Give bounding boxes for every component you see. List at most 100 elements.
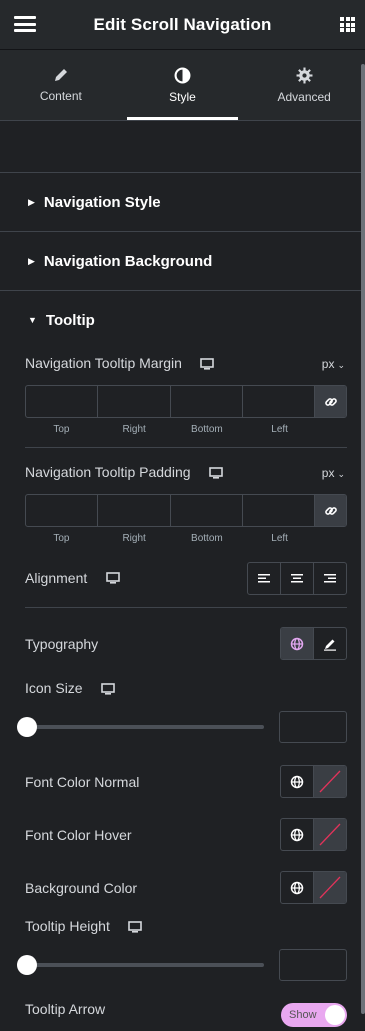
tab-advanced[interactable]: Advanced [243, 50, 365, 120]
tooltip-margin-label: Navigation Tooltip Margin [25, 355, 182, 371]
panel-header: Edit Scroll Navigation [0, 0, 365, 50]
panel-spacer [0, 121, 365, 173]
alignment-choices [247, 562, 347, 595]
alignment-label: Alignment [25, 569, 88, 586]
globe-icon [290, 775, 304, 788]
caret-right-icon: ▶ [28, 255, 35, 266]
chevron-down-icon: ⌄ [337, 360, 345, 370]
color-swatch-empty[interactable] [314, 819, 346, 850]
icon-size-label: Icon Size [25, 680, 83, 696]
font-color-hover-control: Font Color Hover [0, 818, 365, 851]
padding-bottom-input[interactable] [171, 495, 243, 526]
desktop-icon[interactable] [200, 357, 215, 370]
color-picker [280, 818, 347, 851]
margin-left-input[interactable] [243, 386, 315, 417]
scrollbar-thumb[interactable] [361, 64, 365, 1014]
color-swatch-empty[interactable] [314, 766, 346, 797]
slider-track[interactable] [17, 955, 265, 975]
desktop-icon[interactable] [101, 682, 115, 695]
no-color-icon [319, 770, 341, 793]
padding-top-input[interactable] [26, 495, 99, 526]
pencil-icon [54, 69, 67, 81]
panel-title: Edit Scroll Navigation [93, 14, 272, 34]
tooltip-height-slider-row [17, 949, 347, 981]
edit-typography-button[interactable] [314, 628, 346, 659]
toggle-label: Show [289, 1009, 317, 1021]
tab-advanced-label: Advanced [277, 89, 331, 104]
tooltip-arrow-toggle[interactable]: Show [281, 1003, 347, 1027]
chevron-down-icon: ⌄ [337, 469, 345, 479]
section-title: Navigation Style [43, 193, 161, 211]
global-color-button[interactable] [281, 819, 314, 850]
tooltip-height-input[interactable] [279, 949, 347, 981]
padding-right-input[interactable] [98, 495, 171, 526]
align-left-button[interactable] [248, 563, 281, 594]
link-icon [324, 506, 337, 515]
dim-label-right: Right [122, 424, 146, 435]
tooltip-padding-label: Navigation Tooltip Padding [25, 464, 191, 480]
contrast-icon [174, 67, 191, 83]
color-swatch-empty[interactable] [314, 872, 346, 903]
globe-icon [290, 637, 304, 650]
global-color-button[interactable] [281, 872, 314, 903]
dim-label-right: Right [122, 533, 146, 544]
tooltip-margin-control: Navigation Tooltip Margin px ⌄ Top Right … [0, 355, 365, 435]
toggle-knob [325, 1005, 345, 1025]
divider [25, 447, 347, 448]
margin-bottom-input[interactable] [171, 386, 243, 417]
divider [25, 607, 347, 608]
widgets-grid-icon[interactable] [340, 17, 355, 32]
align-right-button[interactable] [314, 563, 346, 594]
section-tooltip[interactable]: ▼ Tooltip [0, 291, 365, 349]
unit-label: px [321, 357, 335, 371]
padding-left-input[interactable] [243, 495, 315, 526]
unit-label: px [321, 466, 335, 480]
font-color-normal-control: Font Color Normal [0, 765, 365, 798]
dimension-labels: Top Right Bottom Left [25, 533, 347, 544]
global-typography-button[interactable] [281, 628, 314, 659]
global-color-button[interactable] [281, 766, 314, 797]
hamburger-menu-icon[interactable] [14, 16, 36, 32]
slider-handle[interactable] [17, 955, 37, 975]
background-color-label: Background Color [25, 879, 138, 896]
section-navigation-style[interactable]: ▶ Navigation Style [0, 173, 365, 232]
background-color-control: Background Color [0, 871, 365, 904]
align-left-icon [258, 573, 270, 582]
link-icon [324, 397, 337, 406]
desktop-icon[interactable] [105, 572, 120, 584]
tooltip-arrow-label: Tooltip Arrow [25, 1001, 106, 1017]
icon-size-input[interactable] [279, 711, 347, 743]
margin-right-input[interactable] [98, 386, 171, 417]
typography-label: Typography [25, 635, 99, 652]
font-color-normal-label: Font Color Normal [25, 773, 140, 790]
typography-control: Typography [0, 627, 365, 660]
align-center-button[interactable] [281, 563, 314, 594]
tooltip-arrow-control: Tooltip Arrow Show [0, 1001, 365, 1031]
dim-label-top: Top [53, 533, 70, 544]
section-navigation-background[interactable]: ▶ Navigation Background [0, 232, 365, 291]
tab-content[interactable]: Content [0, 50, 122, 120]
unit-selector[interactable]: px ⌄ [322, 466, 345, 480]
tooltip-padding-control: Navigation Tooltip Padding px ⌄ Top Right… [0, 464, 365, 544]
dim-label-left: Left [271, 533, 288, 544]
slider-handle[interactable] [17, 717, 37, 737]
no-color-icon [319, 876, 341, 899]
unit-selector[interactable]: px ⌄ [322, 357, 345, 371]
dim-label-bottom: Bottom [191, 533, 223, 544]
globe-icon [290, 881, 304, 894]
editor-tabs: Content Style Advanced [0, 50, 365, 121]
tab-style[interactable]: Style [122, 50, 244, 120]
margin-top-input[interactable] [26, 386, 99, 417]
link-values-button[interactable] [315, 386, 346, 417]
section-title: Navigation Background [43, 252, 213, 270]
desktop-icon[interactable] [128, 920, 143, 933]
link-values-button[interactable] [315, 495, 346, 526]
gear-icon [296, 67, 313, 83]
caret-right-icon: ▶ [28, 196, 35, 207]
icon-size-control: Icon Size [0, 680, 365, 743]
globe-icon [290, 828, 304, 841]
desktop-icon[interactable] [209, 466, 223, 479]
tab-content-label: Content [39, 89, 82, 103]
panel-scrollbar[interactable] [360, 50, 365, 1020]
slider-track[interactable] [17, 717, 265, 737]
